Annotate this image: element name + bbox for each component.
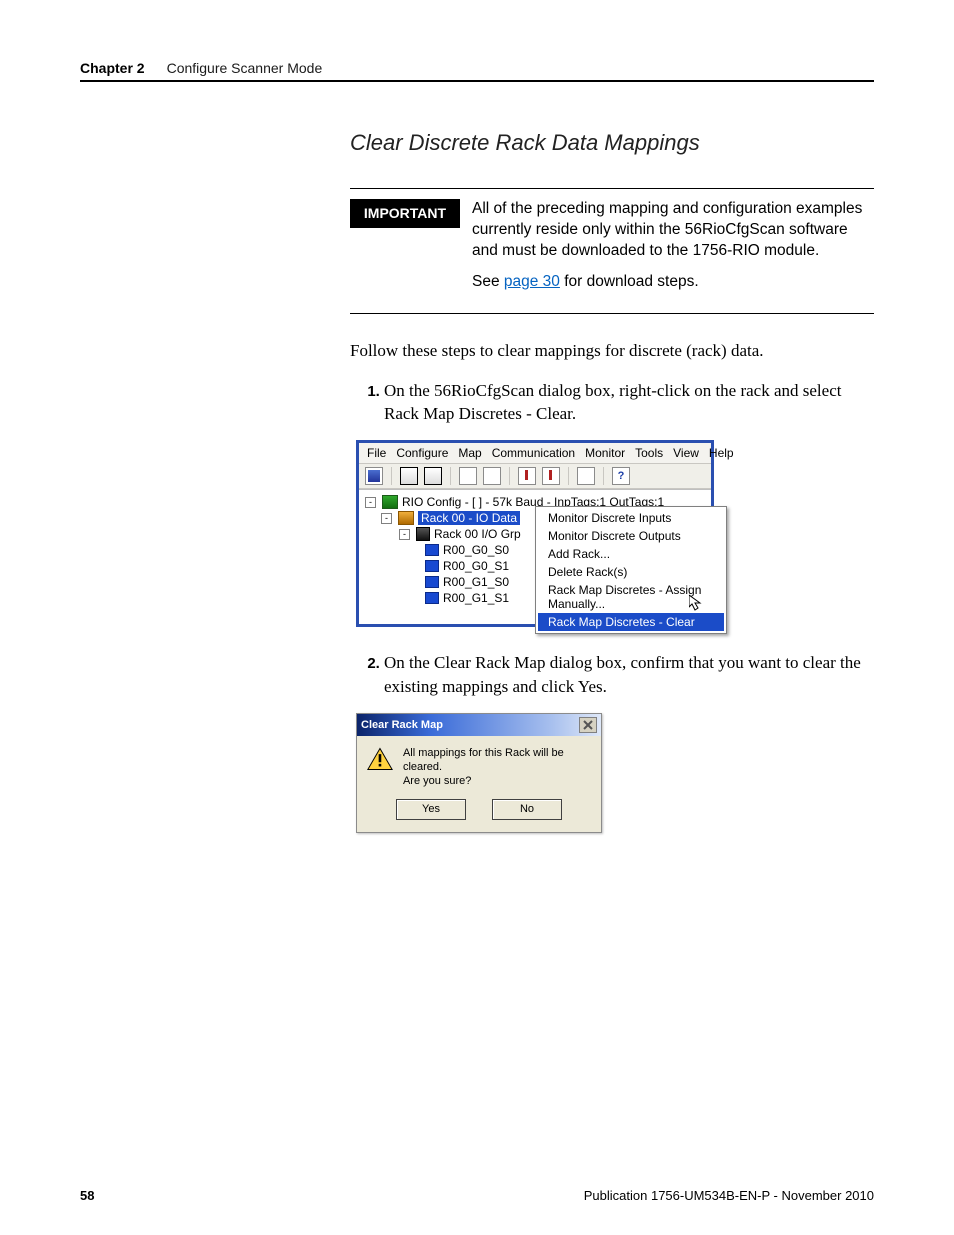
menubar: File Configure Map Communication Monitor… [359, 443, 711, 463]
menu-map[interactable]: Map [458, 446, 481, 460]
page-number: 58 [80, 1188, 94, 1203]
close-icon[interactable] [579, 717, 597, 733]
important-text: All of the preceding mapping and configu… [472, 199, 874, 303]
slot-icon [425, 592, 439, 604]
step-2: On the Clear Rack Map dialog box, confir… [384, 651, 874, 699]
cursor-icon [689, 595, 705, 611]
section-title: Clear Discrete Rack Data Mappings [350, 130, 874, 156]
toolbar-icon[interactable] [400, 467, 418, 485]
menu-item-delete-racks[interactable]: Delete Rack(s) [538, 563, 724, 581]
slot-icon [425, 544, 439, 556]
chapter-label: Chapter 2 [80, 60, 145, 76]
toolbar-icon[interactable] [459, 467, 477, 485]
toolbar-icon[interactable] [577, 467, 595, 485]
config-icon [382, 495, 398, 509]
help-icon[interactable] [612, 467, 630, 485]
menu-monitor[interactable]: Monitor [585, 446, 625, 460]
selected-node: Rack 00 - IO Data [418, 511, 520, 525]
menu-configure[interactable]: Configure [396, 446, 448, 460]
collapse-icon[interactable]: - [365, 497, 376, 508]
collapse-icon[interactable]: - [381, 513, 392, 524]
important-badge: IMPORTANT [350, 199, 460, 228]
pin-icon[interactable] [518, 467, 536, 485]
important-callout: IMPORTANT All of the preceding mapping a… [350, 188, 874, 314]
toolbar-icon[interactable] [424, 467, 442, 485]
context-menu: Monitor Discrete Inputs Monitor Discrete… [535, 506, 727, 634]
running-header: Chapter 2 Configure Scanner Mode [80, 60, 874, 76]
slot-icon [425, 560, 439, 572]
menu-item-clear[interactable]: Rack Map Discretes - Clear [538, 613, 724, 631]
menu-item-monitor-inputs[interactable]: Monitor Discrete Inputs [538, 509, 724, 527]
clear-rack-map-dialog: Clear Rack Map All mappings for [356, 713, 602, 833]
page-link[interactable]: page 30 [504, 273, 560, 290]
menu-item-add-rack[interactable]: Add Rack... [538, 545, 724, 563]
tree-view: - RIO Config - [ ] - 57k Baud - InpTags:… [359, 489, 711, 624]
toolbar [359, 463, 711, 489]
important-see: See page 30 for download steps. [472, 272, 874, 293]
menu-item-monitor-outputs[interactable]: Monitor Discrete Outputs [538, 527, 724, 545]
dialog-titlebar: Clear Rack Map [357, 714, 601, 736]
dialog-title: Clear Rack Map [361, 719, 443, 731]
no-button[interactable]: No [492, 799, 562, 820]
header-rule [80, 80, 874, 82]
menu-help[interactable]: Help [709, 446, 734, 460]
save-icon[interactable] [365, 467, 383, 485]
yes-button[interactable]: Yes [396, 799, 466, 820]
page-footer: 58 Publication 1756-UM534B-EN-P - Novemb… [80, 1188, 874, 1203]
collapse-icon[interactable]: - [399, 529, 410, 540]
rio-config-window: File Configure Map Communication Monitor… [356, 440, 714, 627]
group-icon [416, 527, 430, 541]
menu-file[interactable]: File [367, 446, 386, 460]
warning-icon [367, 746, 393, 772]
menu-tools[interactable]: Tools [635, 446, 663, 460]
chapter-title: Configure Scanner Mode [167, 60, 323, 76]
step-1: On the 56RioCfgScan dialog box, right-cl… [384, 379, 874, 427]
dialog-message: All mappings for this Rack will be clear… [403, 746, 591, 789]
slot-icon [425, 576, 439, 588]
important-body: All of the preceding mapping and configu… [472, 199, 874, 262]
toolbar-icon[interactable] [483, 467, 501, 485]
rack-icon [398, 511, 414, 525]
pin-icon[interactable] [542, 467, 560, 485]
publication-id: Publication 1756-UM534B-EN-P - November … [584, 1188, 874, 1203]
intro-paragraph: Follow these steps to clear mappings for… [350, 340, 874, 363]
menu-view[interactable]: View [673, 446, 699, 460]
menu-communication[interactable]: Communication [492, 446, 575, 460]
